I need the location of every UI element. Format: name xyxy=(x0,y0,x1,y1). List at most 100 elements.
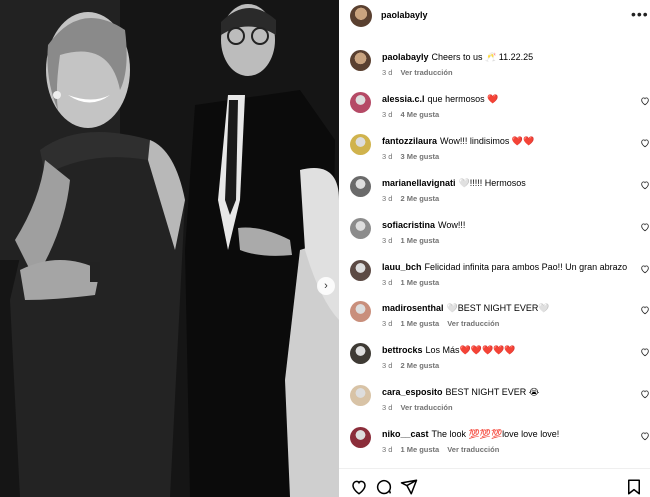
heart-icon[interactable] xyxy=(640,222,650,232)
comments-panel: paolabayly ••• paolabayly Cheers to us 🥂 … xyxy=(339,0,650,497)
caption-content: Cheers to us 🥂 11.22.25 xyxy=(431,52,534,62)
caption-translate-link[interactable]: Ver traducción xyxy=(400,68,452,77)
commenter-avatar[interactable] xyxy=(350,176,371,197)
comment-meta: 3 d 1 Me gusta xyxy=(382,236,447,245)
comment-content: Wow!!! lindisimos ❤️❤️ xyxy=(440,136,535,146)
caption-row: paolabayly Cheers to us 🥂 11.22.25 3 d Ver… xyxy=(339,46,650,86)
post-photo: › xyxy=(0,0,339,497)
comment-likes[interactable]: 1 Me gusta xyxy=(400,445,439,454)
comment-username[interactable]: marianellavignati xyxy=(382,178,456,188)
caption-time: 3 d xyxy=(382,68,393,77)
chevron-right-icon[interactable]: › xyxy=(317,277,335,295)
author-avatar[interactable] xyxy=(350,5,372,27)
comment-likes[interactable]: 1 Me gusta xyxy=(400,278,439,287)
author-avatar[interactable] xyxy=(350,50,371,71)
comment-text: sofiacristina Wow!!! xyxy=(382,220,627,230)
comment-row: madirosenthal 🤍BEST NIGHT EVER🤍 3 d 1 Me gu… xyxy=(339,297,650,337)
comment-username[interactable]: sofiacristina xyxy=(382,220,435,230)
comment-row: niko__cast The look 💯💯💯love love love! 3 d… xyxy=(339,423,650,463)
caption-username[interactable]: paolabayly xyxy=(382,52,429,62)
comment-content: que hermosos ❤️ xyxy=(427,94,499,104)
bookmark-icon[interactable] xyxy=(625,478,643,496)
comment-username[interactable]: alessia.c.l xyxy=(382,94,425,104)
comment-icon[interactable] xyxy=(375,478,393,496)
comment-text: fantozzilaura Wow!!! lindisimos ❤️❤️ xyxy=(382,136,627,147)
comment-row: cara_esposito BEST NIGHT EVER 😭 3 d Ver tra… xyxy=(339,381,650,421)
comment-text: cara_esposito BEST NIGHT EVER 😭 xyxy=(382,387,627,398)
heart-icon[interactable] xyxy=(640,264,650,274)
heart-icon[interactable] xyxy=(640,347,650,357)
comment-time: 3 d xyxy=(382,194,393,203)
commenter-avatar[interactable] xyxy=(350,343,371,364)
action-bar xyxy=(339,468,650,497)
comment-text: lauu_bch Felicidad infinita para ambos Pa… xyxy=(382,262,627,272)
comment-text: marianellavignati 🤍!!!!! Hermosos xyxy=(382,178,627,189)
comment-translate-link[interactable]: Ver traducción xyxy=(447,319,499,328)
comment-likes[interactable]: 2 Me gusta xyxy=(400,194,439,203)
comment-content: BEST NIGHT EVER 😭 xyxy=(445,387,540,397)
comment-row: lauu_bch Felicidad infinita para ambos Pa… xyxy=(339,256,650,296)
comment-row: fantozzilaura Wow!!! lindisimos ❤️❤️ 3 d3 … xyxy=(339,130,650,170)
comment-content: 🤍!!!!! Hermosos xyxy=(458,178,526,188)
commenter-avatar[interactable] xyxy=(350,385,371,406)
commenter-avatar[interactable] xyxy=(350,260,371,281)
comment-likes[interactable]: 3 Me gusta xyxy=(400,152,439,161)
comment-content: 🤍BEST NIGHT EVER🤍 xyxy=(446,303,550,313)
comment-username[interactable]: niko__cast xyxy=(382,429,429,439)
comment-meta: 3 d 1 Me gusta Ver traducción xyxy=(382,319,507,328)
caption-meta: 3 d Ver traducción xyxy=(382,68,461,77)
comment-time: 3 d xyxy=(382,110,393,119)
post-header: paolabayly ••• xyxy=(339,0,650,34)
comment-meta: 3 d 3 Me gusta xyxy=(382,152,447,161)
comment-likes[interactable]: 1 Me gusta xyxy=(400,319,439,328)
heart-icon[interactable] xyxy=(640,389,650,399)
share-icon[interactable] xyxy=(400,478,418,496)
comment-text: alessia.c.l que hermosos ❤️ xyxy=(382,94,627,105)
comment-content: Los Más❤️❤️❤️❤️❤️ xyxy=(425,345,516,355)
more-icon[interactable]: ••• xyxy=(631,6,649,22)
comment-time: 3 d xyxy=(382,403,393,412)
comment-time: 3 d xyxy=(382,445,393,454)
commenter-avatar[interactable] xyxy=(350,218,371,239)
comment-content: The look 💯💯💯love love love! xyxy=(431,429,560,439)
commenter-avatar[interactable] xyxy=(350,301,371,322)
comment-content: Felicidad infinita para ambos Pao!! Un g… xyxy=(424,262,627,272)
heart-icon[interactable] xyxy=(640,180,650,190)
comment-text: niko__cast The look 💯💯💯love love love! xyxy=(382,429,627,440)
comment-username[interactable]: madirosenthal xyxy=(382,303,444,313)
comment-meta: 3 d 1 Me gusta Ver traducción xyxy=(382,445,507,454)
commenter-avatar[interactable] xyxy=(350,134,371,155)
comment-content: Wow!!! xyxy=(438,220,466,230)
comment-username[interactable]: cara_esposito xyxy=(382,387,443,397)
comment-time: 3 d xyxy=(382,152,393,161)
caption-text: paolabayly Cheers to us 🥂 11.22.25 xyxy=(382,52,627,63)
heart-icon[interactable] xyxy=(640,96,650,106)
comment-text: bettrocks Los Más❤️❤️❤️❤️❤️ xyxy=(382,345,627,356)
author-username[interactable]: paolabayly xyxy=(381,10,428,20)
comment-likes[interactable]: 4 Me gusta xyxy=(400,110,439,119)
comment-username[interactable]: lauu_bch xyxy=(382,262,422,272)
comment-time: 3 d xyxy=(382,319,393,328)
comment-row: alessia.c.l que hermosos ❤️ 3 d 4 Me gusta xyxy=(339,88,650,128)
comment-row: marianellavignati 🤍!!!!! Hermosos 3 d 2 Me … xyxy=(339,172,650,212)
comment-translate-link[interactable]: Ver traducción xyxy=(447,445,499,454)
comment-meta: 3 d 2 Me gusta xyxy=(382,361,447,370)
comment-translate-link[interactable]: Ver traducción xyxy=(400,403,452,412)
heart-icon[interactable] xyxy=(350,478,368,496)
commenter-avatar[interactable] xyxy=(350,427,371,448)
comment-likes[interactable]: 2 Me gusta xyxy=(400,361,439,370)
comment-meta: 3 d Ver traducción xyxy=(382,403,461,412)
comment-meta: 3 d 2 Me gusta xyxy=(382,194,447,203)
comment-username[interactable]: fantozzilaura xyxy=(382,136,437,146)
comment-row: bettrocks Los Más❤️❤️❤️❤️❤️ 3 d 2 Me gusta xyxy=(339,339,650,379)
comment-likes[interactable]: 1 Me gusta xyxy=(400,236,439,245)
comment-row: sofiacristina Wow!!! 3 d 1 Me gusta xyxy=(339,214,650,254)
commenter-avatar[interactable] xyxy=(350,92,371,113)
heart-icon[interactable] xyxy=(640,305,650,315)
comment-meta: 3 d 1 Me gusta xyxy=(382,278,447,287)
comment-username[interactable]: bettrocks xyxy=(382,345,423,355)
heart-icon[interactable] xyxy=(640,138,650,148)
comment-meta: 3 d 4 Me gusta xyxy=(382,110,447,119)
heart-icon[interactable] xyxy=(640,431,650,441)
comment-time: 3 d xyxy=(382,236,393,245)
